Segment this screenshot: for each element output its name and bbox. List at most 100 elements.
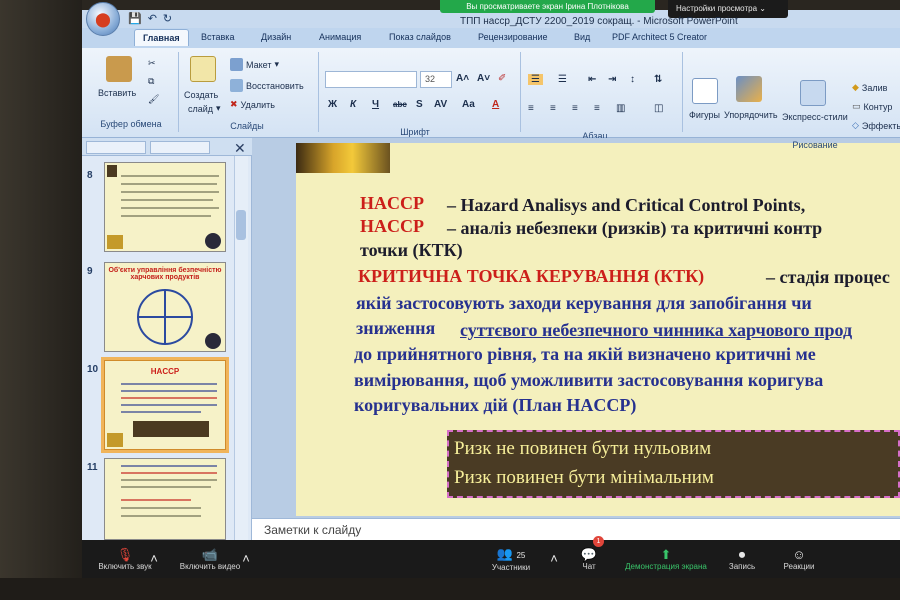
strikethrough-icon[interactable]: abc (393, 100, 407, 109)
shape-outline-button[interactable]: ▭ Контур (852, 101, 892, 112)
sunflower-image (107, 235, 123, 249)
new-slide-button[interactable]: Создать (184, 90, 218, 100)
thumb-text (121, 215, 211, 217)
tab-review[interactable]: Рецензирование (478, 32, 548, 42)
redo-icon[interactable]: ↻ (163, 12, 172, 25)
thumb-text (121, 472, 217, 474)
video-options-chevron-icon[interactable]: ˄ (240, 540, 252, 578)
reactions-button[interactable]: ☺ Реакции (778, 540, 820, 578)
paste-icon[interactable] (106, 56, 132, 82)
save-icon[interactable]: 💾 (128, 12, 142, 25)
slide-line-4: – стадія процес (766, 267, 890, 287)
slide-thumbnail[interactable]: Об'єкти управління безпечністю харчових … (104, 262, 226, 352)
quick-styles-icon[interactable] (800, 80, 826, 106)
tab-home[interactable]: Главная (134, 29, 189, 46)
seed-image (205, 333, 221, 349)
slide-line-1: – Hazard Analisys and Critical Control P… (447, 195, 806, 215)
shape-fill-button[interactable]: ◆ Залив (852, 82, 887, 93)
slides-tab[interactable] (86, 141, 146, 154)
bullets-icon[interactable]: ☰ (528, 74, 543, 85)
font-size-select[interactable]: 32 (420, 71, 452, 88)
shape-effects-button[interactable]: ◇ Эффекты (852, 120, 900, 131)
notes-pane[interactable]: Заметки к слайду (252, 518, 900, 540)
shapes-button[interactable]: Фигуры (689, 110, 720, 120)
spacing-icon[interactable]: AV (434, 99, 447, 110)
columns-icon[interactable]: ▥ (616, 103, 625, 114)
underline-icon[interactable]: Ч (372, 99, 379, 110)
line-spacing-icon[interactable]: ↕ (630, 74, 635, 85)
slide-line-6a: зниження (356, 318, 436, 338)
bold-icon[interactable]: Ж (328, 99, 337, 110)
smartart-icon[interactable]: ◫ (654, 103, 663, 114)
align-right-icon[interactable]: ≡ (572, 103, 578, 114)
record-button[interactable]: ⏺ Запись (722, 540, 762, 578)
delete-slide-button[interactable]: ✖ Удалить (230, 99, 275, 110)
participants-chevron-icon[interactable]: ˄ (548, 540, 560, 578)
justify-icon[interactable]: ≡ (594, 103, 600, 114)
share-screen-button[interactable]: ⬆ Демонстрация экрана (616, 540, 716, 578)
tab-insert[interactable]: Вставка (201, 32, 234, 42)
audio-options-chevron-icon[interactable]: ˄ (148, 540, 160, 578)
paste-button[interactable]: Вставить (98, 88, 136, 98)
close-panel-icon[interactable]: ✕ (234, 140, 246, 157)
reset-button[interactable]: Восстановить (230, 79, 304, 92)
mic-off-icon: 🎙 (116, 546, 134, 562)
slide-line-9: коригувальних дій (План HACCP) (354, 395, 637, 415)
participants-button[interactable]: 👥 25 Участники (484, 540, 538, 578)
quick-styles-button[interactable]: Экспресс-стили (782, 112, 848, 122)
tab-view[interactable]: Вид (574, 32, 590, 42)
divider (178, 52, 179, 132)
chat-badge: 1 (593, 536, 604, 547)
numbering-icon[interactable]: ☰ (558, 74, 567, 85)
tab-slideshow[interactable]: Показ слайдов (389, 32, 451, 42)
new-slide-icon[interactable] (190, 56, 216, 82)
font-color-icon[interactable]: A (492, 99, 499, 110)
shadow-icon[interactable]: S (416, 99, 423, 110)
layout-button[interactable]: Макет ▾ (230, 58, 279, 71)
new-slide-button-label[interactable]: слайд ▾ (188, 103, 221, 114)
video-off-icon: 📹 (201, 546, 219, 562)
slide-thumbnail[interactable] (104, 162, 226, 252)
increase-indent-icon[interactable]: ⇥ (608, 74, 616, 85)
case-icon[interactable]: Aa (462, 99, 475, 110)
clear-format-icon[interactable]: ✐ (498, 73, 506, 84)
undo-icon[interactable]: ↶ (148, 12, 157, 25)
unmute-label: Включить звук (98, 561, 152, 571)
cut-icon[interactable]: ✂ (148, 58, 156, 69)
text-direction-icon[interactable]: ⇅ (654, 74, 662, 85)
align-center-icon[interactable]: ≡ (550, 103, 556, 114)
decrease-indent-icon[interactable]: ⇤ (588, 74, 596, 85)
shapes-icon[interactable] (692, 78, 718, 104)
grow-font-icon[interactable]: A˄ (456, 73, 469, 84)
tab-pdf-architect[interactable]: PDF Architect 5 Creator (612, 32, 707, 42)
sunflower-image (296, 143, 390, 173)
divider (682, 52, 683, 132)
slide-number: 10 (87, 364, 99, 375)
arrange-button[interactable]: Упорядочить (724, 110, 778, 120)
record-label: Запись (728, 561, 756, 571)
italic-icon[interactable]: К (350, 99, 356, 110)
start-video-button[interactable]: 📹 Включить видео (170, 540, 250, 578)
scrollbar-thumb[interactable] (236, 210, 246, 240)
align-left-icon[interactable]: ≡ (528, 103, 534, 114)
delete-icon: ✖ (230, 99, 238, 109)
share-screen-label: Демонстрация экрана (625, 561, 707, 571)
tab-design[interactable]: Дизайн (261, 32, 291, 42)
fill-icon: ◆ (852, 82, 859, 92)
divider (520, 52, 521, 132)
tab-animation[interactable]: Анимация (319, 32, 361, 42)
outline-tab[interactable] (150, 141, 210, 154)
slide-thumbnail-selected[interactable]: HACCP (101, 357, 229, 453)
copy-icon[interactable]: ⧉ (148, 76, 154, 87)
participants-label: Участники (491, 562, 531, 572)
thumb-text (121, 507, 201, 509)
office-button[interactable]: ⬤ (86, 2, 120, 36)
font-family-select[interactable] (325, 71, 417, 88)
record-icon: ⏺ (738, 546, 746, 562)
slide-thumbnail[interactable] (104, 458, 226, 540)
arrange-icon[interactable] (736, 76, 762, 102)
thumb-text (121, 199, 213, 201)
reactions-label: Реакции (783, 561, 815, 571)
format-painter-icon[interactable]: 🖌 (148, 94, 159, 105)
shrink-font-icon[interactable]: A˅ (477, 73, 490, 84)
